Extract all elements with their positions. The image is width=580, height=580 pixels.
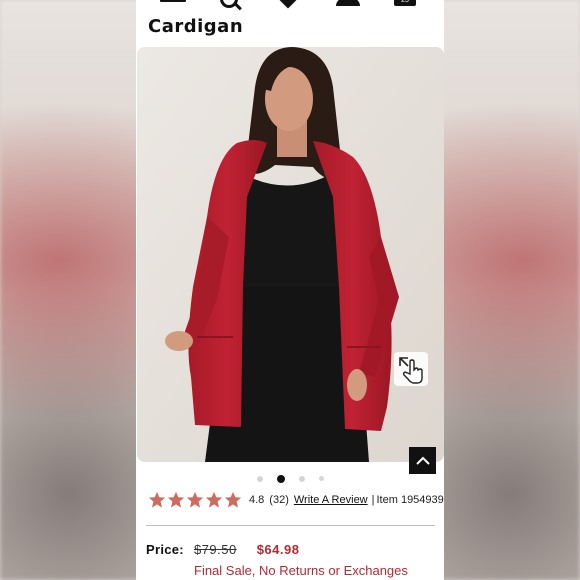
item-number: Item 19549396 <box>376 494 445 506</box>
zoom-hand-icon[interactable] <box>394 352 428 386</box>
user-icon[interactable] <box>336 0 360 6</box>
star-icon <box>186 491 204 508</box>
bag-count: 25 <box>401 0 409 4</box>
price-label: Price: <box>146 541 184 557</box>
carousel-dot[interactable] <box>318 476 324 482</box>
bag-icon[interactable]: 25 <box>394 0 416 6</box>
review-count: (32) <box>269 494 289 506</box>
star-icon <box>148 491 166 508</box>
model-photo <box>137 47 444 462</box>
final-sale-note: Final Sale, No Returns or Exchanges <box>194 563 408 578</box>
product-image[interactable] <box>137 47 444 462</box>
star-icon <box>224 491 242 508</box>
carousel-dot-active[interactable] <box>276 474 285 483</box>
product-page: 25 Cardigan 4.8 (32) Write A Review | It… <box>136 0 444 580</box>
write-review-link[interactable]: Write A Review <box>294 494 368 506</box>
separator: | <box>371 494 375 506</box>
original-price: $79.50 <box>193 541 237 557</box>
menu-icon[interactable] <box>160 0 186 6</box>
star-rating <box>148 491 243 509</box>
carousel-dot[interactable] <box>256 475 263 482</box>
sale-price: $64.98 <box>256 541 300 557</box>
rating-row: 4.8 (32) Write A Review | Item 19549396 <box>148 490 444 510</box>
divider <box>146 525 435 526</box>
product-title: Cardigan <box>148 16 244 37</box>
image-carousel-dots <box>136 470 444 483</box>
top-nav-bar: 25 <box>136 0 444 12</box>
star-icon <box>167 491 185 508</box>
chevron-up-icon <box>415 456 430 465</box>
heart-icon[interactable] <box>279 0 297 9</box>
search-icon[interactable] <box>220 0 238 8</box>
carousel-dot[interactable] <box>298 475 305 482</box>
rating-value: 4.8 <box>249 494 265 506</box>
price-row: Price: $79.50 $64.98 <box>146 540 299 558</box>
star-icon <box>205 491 223 508</box>
